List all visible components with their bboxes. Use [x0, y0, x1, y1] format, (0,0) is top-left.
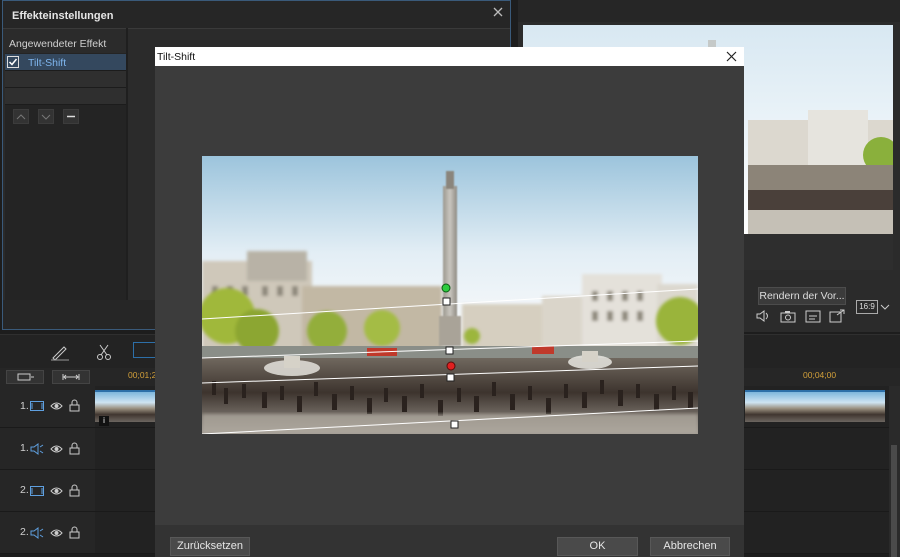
- track-manager-button[interactable]: [6, 370, 44, 384]
- close-icon[interactable]: [726, 51, 737, 62]
- effect-panel-titlebar: Effekteinstellungen: [3, 1, 510, 29]
- center-handle: [446, 361, 456, 371]
- lock-icon[interactable]: [69, 526, 80, 539]
- effect-list: Tilt-Shift: [5, 53, 126, 300]
- reset-button[interactable]: Zurücksetzen: [170, 537, 250, 556]
- pencil-icon[interactable]: [50, 343, 70, 361]
- timecode-label: 00;04;00: [803, 370, 837, 380]
- empty-effect-slot[interactable]: [5, 88, 126, 105]
- empty-effect-slot[interactable]: [5, 71, 126, 88]
- lock-icon[interactable]: [69, 442, 80, 455]
- effect-panel-title: Effekteinstellungen: [12, 10, 114, 22]
- tilt-shift-canvas[interactable]: [202, 156, 698, 434]
- track-header-video-1[interactable]: 1.: [0, 386, 95, 428]
- move-down-button[interactable]: [38, 109, 54, 124]
- subtitle-icon[interactable]: [805, 310, 821, 323]
- close-icon[interactable]: [491, 5, 505, 19]
- track-number: 2.: [20, 484, 29, 496]
- lock-icon[interactable]: [69, 484, 80, 497]
- blur-handle: [450, 420, 459, 429]
- eye-icon[interactable]: [50, 486, 63, 496]
- track-number: 1.: [20, 442, 29, 454]
- external-window-icon[interactable]: [829, 309, 845, 323]
- blur-handle: [442, 297, 451, 306]
- effect-item-label: Tilt-Shift: [28, 57, 67, 69]
- tilt-shift-dialog: Tilt-Shift Zurücksetzen OK Abbrechen: [155, 47, 744, 557]
- chevron-down-icon[interactable]: [880, 303, 890, 311]
- dialog-title: Tilt-Shift: [157, 51, 196, 63]
- video-clip[interactable]: [745, 390, 885, 422]
- lock-icon[interactable]: [69, 399, 80, 412]
- eye-icon[interactable]: [50, 528, 63, 538]
- focus-handle: [445, 346, 454, 355]
- cancel-button[interactable]: Abbrechen: [650, 537, 730, 556]
- info-icon[interactable]: i: [99, 416, 109, 426]
- track-header-video-2[interactable]: 2.: [0, 470, 95, 512]
- ok-button[interactable]: OK: [557, 537, 638, 556]
- render-preview-button[interactable]: Rendern der Vor...: [758, 287, 846, 305]
- video-track-icon: [30, 485, 44, 497]
- volume-icon[interactable]: [755, 309, 771, 323]
- focus-handle: [446, 373, 455, 382]
- effect-item-tilt-shift[interactable]: Tilt-Shift: [5, 54, 126, 71]
- remove-effect-button[interactable]: [63, 109, 79, 124]
- track-number: 1.: [20, 400, 29, 412]
- aspect-ratio-button[interactable]: 16:9: [856, 300, 878, 314]
- preview-titlebar: [518, 0, 900, 22]
- eye-icon[interactable]: [50, 401, 63, 411]
- move-up-button[interactable]: [13, 109, 29, 124]
- camera-icon[interactable]: [780, 310, 796, 323]
- track-header-audio-1[interactable]: 1.: [0, 428, 95, 470]
- selected-tool-button[interactable]: [133, 342, 157, 358]
- eye-icon[interactable]: [50, 444, 63, 454]
- rotate-handle: [441, 283, 451, 293]
- video-track-icon: [30, 400, 44, 412]
- audio-track-icon: [30, 527, 44, 539]
- scissors-icon[interactable]: [95, 343, 113, 361]
- scrollbar-thumb[interactable]: [891, 445, 897, 557]
- panel-divider[interactable]: [126, 28, 128, 300]
- dialog-titlebar: Tilt-Shift: [155, 47, 744, 66]
- track-number: 2.: [20, 526, 29, 538]
- track-header-audio-2[interactable]: 2.: [0, 512, 95, 554]
- checkbox-checked-icon[interactable]: [7, 56, 19, 68]
- fit-timeline-button[interactable]: [52, 370, 90, 384]
- audio-track-icon: [30, 443, 44, 455]
- applied-effect-label: Angewendeter Effekt: [9, 38, 107, 50]
